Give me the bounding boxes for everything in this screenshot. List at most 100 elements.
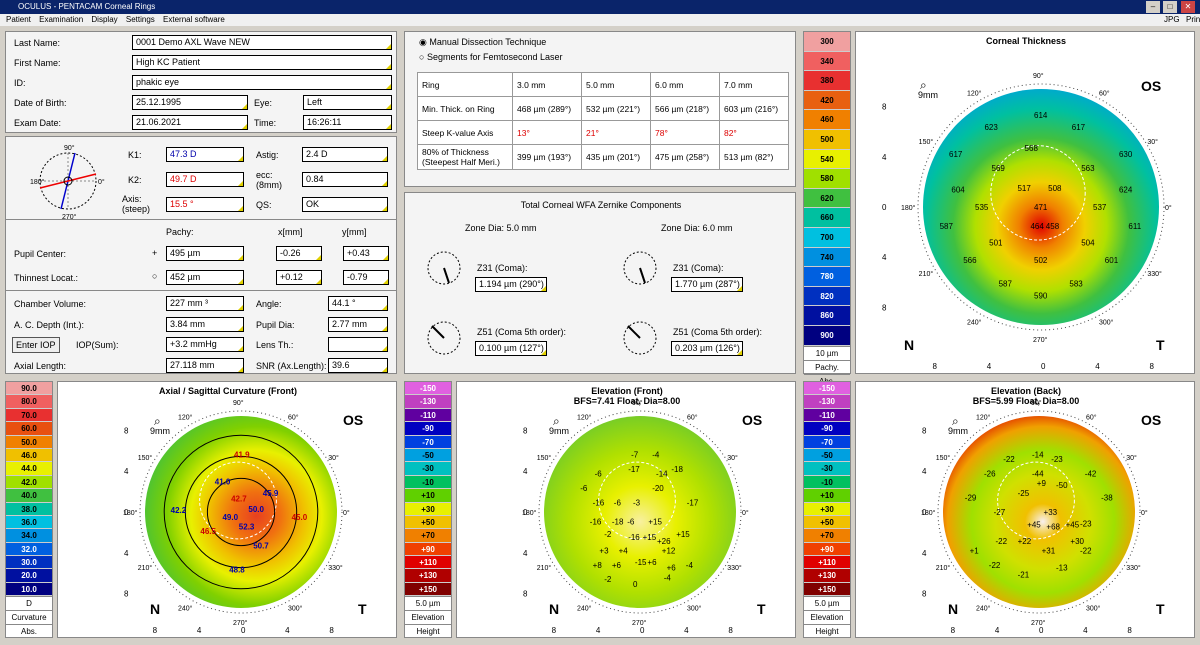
ring-table-row: 80% of Thickness (Steepest Half Meri.) 39… bbox=[416, 144, 790, 170]
map-value: 517 bbox=[1017, 184, 1031, 193]
scale-step: 70.0 bbox=[6, 408, 52, 423]
map-value: -4 bbox=[686, 561, 694, 570]
pupil-dia-field[interactable]: 2.77 mm bbox=[328, 317, 388, 332]
time-field[interactable]: 16:26:11 bbox=[303, 115, 392, 130]
menu-jpg[interactable]: JPG bbox=[1164, 14, 1180, 26]
map-value: +3 bbox=[599, 546, 609, 555]
k2-field[interactable]: 49.7 D bbox=[166, 172, 244, 187]
scale-step: -150 bbox=[804, 382, 850, 396]
menu-print[interactable]: Print bbox=[1186, 14, 1200, 26]
menu-settings[interactable]: Settings bbox=[126, 15, 155, 24]
pupil-x-field[interactable]: -0.26 bbox=[276, 246, 322, 261]
axial-map-panel[interactable]: Axial / Sagittal Curvature (Front) 90° 60°… bbox=[57, 381, 397, 638]
menu-external-software[interactable]: External software bbox=[163, 15, 225, 24]
menu-patient[interactable]: Patient bbox=[6, 15, 31, 24]
angle-label: Angle: bbox=[256, 299, 282, 309]
y-axis-label: 0 bbox=[922, 508, 927, 517]
exam-date-field[interactable]: 21.06.2021 bbox=[132, 115, 248, 130]
z51b-field[interactable]: 0.203 µm (126°) bbox=[671, 341, 743, 356]
qs-field[interactable]: OK bbox=[302, 197, 388, 212]
scale-step: 820 bbox=[804, 286, 850, 307]
x-axis-label: 0 bbox=[1039, 626, 1044, 635]
elev-back-map-panel[interactable]: Elevation (Back) BFS=5.99 Float, Dia=8.00… bbox=[855, 381, 1195, 638]
map-value: 501 bbox=[989, 238, 1003, 247]
thinnest-pachy-field[interactable]: 452 µm bbox=[166, 270, 244, 285]
dob-field[interactable]: 25.12.1995 bbox=[132, 95, 248, 110]
pupil-pachy-field[interactable]: 495 µm bbox=[166, 246, 244, 261]
curv-scale-bar: 90.0 80.0 70.0 60.0 50.0 46.0 44.0 42.0 40.0 38.0… bbox=[5, 381, 53, 638]
y-axis-label: 4 bbox=[124, 467, 129, 476]
pupil-symbol: + bbox=[152, 248, 158, 258]
thinnest-x-field[interactable]: +0.12 bbox=[276, 270, 322, 285]
degree-label: 30° bbox=[1126, 454, 1137, 462]
close-button[interactable]: ✕ bbox=[1181, 1, 1195, 13]
axis-field[interactable]: 15.5 ° bbox=[166, 197, 244, 212]
nasal-label: N bbox=[948, 601, 959, 617]
keratometry-panel: 90° 0° 180° 270° K1: 47.3 D K2: 49.7 D A… bbox=[5, 136, 397, 374]
map-value: -44 bbox=[1032, 470, 1044, 479]
menu-display[interactable]: Display bbox=[91, 15, 117, 24]
iop-field[interactable]: +3.2 mmHg bbox=[166, 337, 244, 352]
enter-iop-button[interactable]: Enter IOP bbox=[12, 337, 60, 353]
map-disc bbox=[544, 416, 736, 608]
map-value: -2 bbox=[604, 575, 612, 584]
x-axis-label: 4 bbox=[596, 626, 601, 635]
thickness-map-panel[interactable]: Corneal Thickness 90° 60° 30° 0° 330° 300° 270°… bbox=[855, 31, 1195, 374]
manual-radio[interactable]: ◉ Manual Dissection Technique bbox=[419, 37, 546, 48]
scale-step: 38.0 bbox=[6, 502, 52, 516]
map-value: -21 bbox=[1018, 570, 1030, 579]
lens-field[interactable] bbox=[328, 337, 388, 352]
angle-field[interactable]: 44.1 ° bbox=[328, 296, 388, 311]
snr-field[interactable]: 39.6 bbox=[328, 358, 388, 373]
magnifier-icon[interactable]: ⌕ bbox=[952, 414, 959, 429]
map-value: 41.0 bbox=[215, 477, 231, 486]
map-value: -16 bbox=[590, 518, 602, 527]
map-value: 50.0 bbox=[248, 505, 264, 514]
ring-header-cell: 7.0 mm bbox=[718, 72, 790, 97]
y-axis-label: 4 bbox=[523, 549, 528, 558]
menu-examination[interactable]: Examination bbox=[39, 15, 83, 24]
z31a-field[interactable]: 1.194 µm (290°) bbox=[475, 277, 547, 292]
first-name-field[interactable]: High KC Patient bbox=[132, 55, 392, 70]
z51a-label: Z51 (Coma 5th order): bbox=[477, 327, 567, 337]
y-axis-label: 0 bbox=[882, 203, 887, 212]
femto-radio[interactable]: ○ Segments for Femtosecond Laser bbox=[419, 52, 563, 62]
ecc-field[interactable]: 0.84 bbox=[302, 172, 388, 187]
z31b-field[interactable]: 1.770 µm (287°) bbox=[671, 277, 743, 292]
thinnest-label: Thinnest Locat.: bbox=[14, 273, 79, 283]
id-field[interactable]: phakic eye bbox=[132, 75, 392, 90]
thinnest-y-field[interactable]: -0.79 bbox=[343, 270, 389, 285]
ring-cell: 532 µm (221°) bbox=[581, 96, 651, 121]
map-value: +31 bbox=[1042, 546, 1056, 555]
x-axis-label: 8 bbox=[1150, 362, 1155, 371]
x-axis-label: 4 bbox=[684, 626, 689, 635]
magnifier-icon[interactable]: ⌕ bbox=[553, 414, 560, 429]
id-label: ID: bbox=[14, 78, 26, 88]
pupil-dia-label: Pupil Dia: bbox=[256, 320, 295, 330]
ac-depth-label: A. C. Depth (Int.): bbox=[14, 320, 85, 330]
map-value: -6 bbox=[580, 484, 588, 493]
scale-step: -30 bbox=[405, 462, 451, 476]
astig-field[interactable]: 2.4 D bbox=[302, 147, 388, 162]
ac-depth-field[interactable]: 3.84 mm bbox=[166, 317, 244, 332]
last-name-field[interactable]: 0001 Demo AXL Wave NEW bbox=[132, 35, 392, 50]
elev-front-map-panel[interactable]: Elevation (Front) BFS=7.41 Float, Dia=8.0… bbox=[456, 381, 796, 638]
scale-step: -90 bbox=[804, 422, 850, 436]
magnifier-icon[interactable]: ⌕ bbox=[154, 414, 161, 429]
chamber-volume-field[interactable]: 227 mm ³ bbox=[166, 296, 244, 311]
map-value: -20 bbox=[652, 484, 664, 493]
eye-label: OS bbox=[1141, 412, 1162, 428]
temporal-label: T bbox=[757, 601, 766, 617]
minimize-button[interactable]: – bbox=[1146, 1, 1160, 13]
x-axis-label: 0 bbox=[241, 626, 246, 635]
degree-label: 0° bbox=[742, 509, 749, 517]
eye-field[interactable]: Left bbox=[303, 95, 392, 110]
maximize-button[interactable]: □ bbox=[1163, 1, 1177, 13]
axial-length-field[interactable]: 27.118 mm bbox=[166, 358, 244, 373]
k1-field[interactable]: 47.3 D bbox=[166, 147, 244, 162]
scale-step: 34.0 bbox=[6, 529, 52, 543]
temporal-label: T bbox=[1156, 337, 1165, 353]
z51a-field[interactable]: 0.100 µm (127°) bbox=[475, 341, 547, 356]
pupil-y-field[interactable]: +0.43 bbox=[343, 246, 389, 261]
magnifier-icon[interactable]: ⌕ bbox=[920, 78, 927, 93]
